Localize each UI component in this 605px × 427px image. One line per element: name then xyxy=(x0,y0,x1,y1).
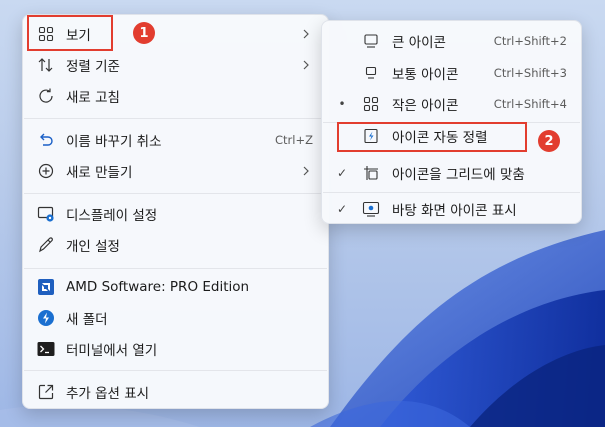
chevron-right-icon xyxy=(303,29,309,38)
chevron-right-icon xyxy=(303,60,309,69)
refresh-icon xyxy=(36,86,56,106)
external-open-icon xyxy=(36,382,56,402)
pen-icon xyxy=(36,235,56,255)
menu-item-open-in-terminal[interactable]: 터미널에서 열기 xyxy=(23,333,328,364)
folder-app-icon xyxy=(36,308,56,328)
show-desktop-icons-icon xyxy=(361,199,381,219)
menu-separator xyxy=(24,370,327,371)
menu-item-label: 아이콘을 그리드에 맞춤 xyxy=(392,166,525,183)
menu-item-new-folder[interactable]: 새 폴더 xyxy=(23,302,328,333)
menu-item-label: 개인 설정 xyxy=(66,238,120,255)
large-icons-icon xyxy=(361,31,381,51)
submenu-item-large-icons[interactable]: 큰 아이콘 Ctrl+Shift+2 xyxy=(322,25,581,56)
menu-item-undo-rename[interactable]: 이름 바꾸기 취소 Ctrl+Z xyxy=(23,124,328,155)
menu-item-amd-software[interactable]: AMD Software: PRO Edition xyxy=(23,271,328,302)
menu-separator xyxy=(24,193,327,194)
menu-item-label: 이름 바꾸기 취소 xyxy=(66,133,162,150)
medium-icons-icon xyxy=(361,63,381,83)
menu-item-label: 새로 고침 xyxy=(66,89,120,106)
menu-item-shortcut: Ctrl+Z xyxy=(275,132,313,147)
menu-item-label: 정렬 기준 xyxy=(66,58,120,75)
annotation-badge-1: 1 xyxy=(133,22,155,44)
menu-item-label: 터미널에서 열기 xyxy=(66,342,158,359)
menu-item-personalize[interactable]: 개인 설정 xyxy=(23,229,328,260)
menu-item-sort-by[interactable]: 정렬 기준 xyxy=(23,49,328,80)
desktop-context-menu: 보기 정렬 기준 새로 고침 이름 바꾸기 취소 Ctrl+Z 새로 만들기 디… xyxy=(22,14,329,409)
plus-circle-icon xyxy=(36,161,56,181)
menu-item-label: 디스플레이 설정 xyxy=(66,207,158,224)
selection-mark: ✓ xyxy=(336,201,348,216)
small-icons-icon xyxy=(361,94,381,114)
chevron-right-icon xyxy=(303,166,309,175)
submenu-item-align-to-grid[interactable]: ✓ 아이콘을 그리드에 맞춤 xyxy=(322,157,581,188)
menu-item-shortcut: Ctrl+Shift+3 xyxy=(493,65,567,80)
menu-item-refresh[interactable]: 새로 고침 xyxy=(23,80,328,111)
menu-item-label: 새 폴더 xyxy=(66,311,108,328)
menu-item-new[interactable]: 새로 만들기 xyxy=(23,155,328,186)
menu-separator xyxy=(24,268,327,269)
submenu-item-show-desktop-icons[interactable]: ✓ 바탕 화면 아이콘 표시 xyxy=(322,193,581,224)
annotation-box-view xyxy=(27,15,113,51)
selection-mark: ✓ xyxy=(336,165,348,180)
undo-icon xyxy=(36,130,56,150)
menu-item-label: 추가 옵션 표시 xyxy=(66,385,150,402)
menu-item-label: 보통 아이콘 xyxy=(392,66,459,83)
menu-item-label: AMD Software: PRO Edition xyxy=(66,278,250,295)
sort-icon xyxy=(36,55,56,75)
amd-logo-icon xyxy=(36,277,56,297)
menu-item-show-more-options[interactable]: 추가 옵션 표시 xyxy=(23,376,328,407)
menu-item-label: 큰 아이콘 xyxy=(392,34,446,51)
submenu-item-small-icons[interactable]: • 작은 아이콘 Ctrl+Shift+4 xyxy=(322,88,581,119)
menu-item-shortcut: Ctrl+Shift+2 xyxy=(493,33,567,48)
menu-separator xyxy=(24,118,327,119)
annotation-badge-2: 2 xyxy=(538,130,560,152)
submenu-item-medium-icons[interactable]: 보통 아이콘 Ctrl+Shift+3 xyxy=(322,57,581,88)
terminal-icon xyxy=(36,339,56,359)
menu-item-label: 바탕 화면 아이콘 표시 xyxy=(392,202,517,219)
menu-item-label: 새로 만들기 xyxy=(66,164,133,181)
annotation-box-auto-arrange xyxy=(337,122,527,152)
align-grid-icon xyxy=(361,163,381,183)
display-settings-icon xyxy=(36,204,56,224)
menu-item-display-settings[interactable]: 디스플레이 설정 xyxy=(23,198,328,229)
menu-item-label: 작은 아이콘 xyxy=(392,97,459,114)
selection-mark: • xyxy=(338,96,346,111)
menu-item-shortcut: Ctrl+Shift+4 xyxy=(493,96,567,111)
